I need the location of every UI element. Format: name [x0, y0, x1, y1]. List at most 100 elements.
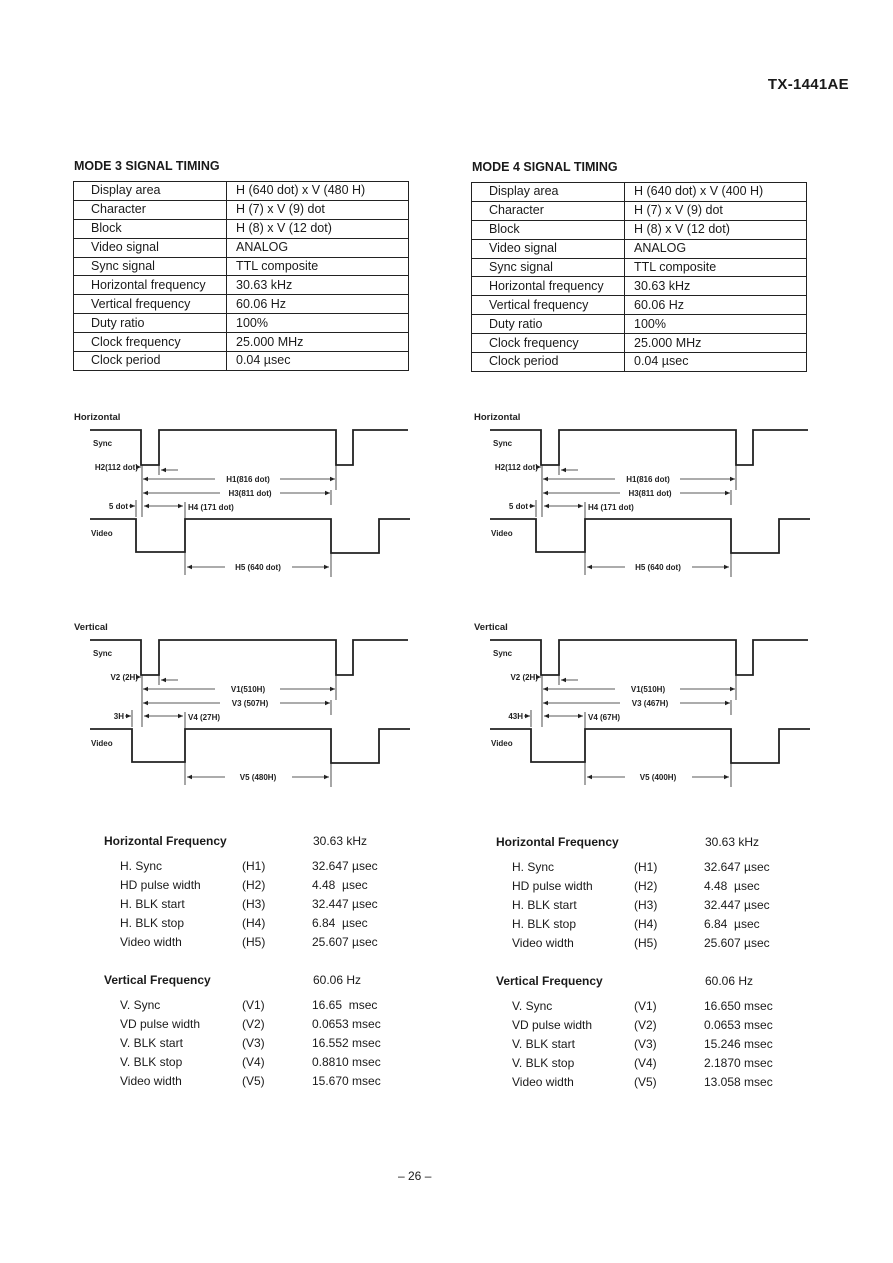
arrowhead-icon: [325, 700, 330, 706]
spec-value: 100%: [226, 313, 409, 334]
spec-label: Video signal: [73, 237, 227, 258]
spec-label: Block: [73, 218, 227, 239]
horizontal-frequency-heading: Horizontal Frequency: [496, 835, 619, 849]
arrowhead-icon: [126, 713, 131, 719]
timing-code: (H3): [634, 898, 658, 912]
spec-label: Duty ratio: [471, 314, 625, 335]
timing-value: 0.8810 msec: [312, 1055, 381, 1069]
spec-row: Block H (8) x V (12 dot): [471, 219, 807, 240]
diagram-title: Horizontal: [474, 412, 520, 423]
spec-value: 60.06 Hz: [624, 295, 807, 316]
sync-waveform: [90, 429, 408, 466]
blanking-stop-label: H4 (171 dot): [588, 503, 634, 512]
timing-value: 2.1870 msec: [704, 1056, 773, 1070]
mode3-title: MODE 3 SIGNAL TIMING: [74, 159, 220, 173]
spec-row: Character H (7) x V (9) dot: [471, 200, 807, 221]
timing-value: 25.607 µsec: [312, 935, 378, 949]
arrowhead-icon: [543, 686, 548, 692]
video-waveform: [90, 518, 410, 554]
spec-label: Clock frequency: [73, 332, 227, 353]
pulse-width-label: H2(112 dot): [495, 463, 538, 472]
blanking-start-label: H3(811 dot): [628, 489, 671, 498]
timing-value: 15.246 msec: [704, 1037, 773, 1051]
arrowhead-icon: [724, 774, 729, 780]
arrowhead-icon: [130, 503, 135, 509]
timing-name: H. BLK start: [120, 897, 185, 911]
spec-row: Video signal ANALOG: [73, 237, 409, 258]
vertical-frequency-heading: Vertical Frequency: [496, 974, 603, 988]
timing-name: Video width: [120, 935, 182, 949]
spec-row: Character H (7) x V (9) dot: [73, 199, 409, 220]
timing-name: V. Sync: [120, 998, 161, 1012]
timing-value: 6.84 µsec: [704, 917, 760, 931]
video-waveform: [490, 518, 810, 554]
blanking-start-label: V3 (507H): [232, 699, 269, 708]
arrowhead-icon: [330, 686, 335, 692]
arrowhead-icon: [324, 774, 329, 780]
mode4-horizontal-timing-diagram: Horizontal Sync Video H2(112 dot) H1(816 dot…: [460, 405, 820, 590]
arrowhead-icon: [143, 700, 148, 706]
video-label: Video: [491, 739, 513, 748]
spec-row: Display area H (640 dot) x V (480 H): [73, 181, 409, 201]
arrowhead-icon: [178, 713, 183, 719]
timing-value: 4.48 µsec: [312, 878, 368, 892]
timing-name: V. BLK start: [512, 1037, 575, 1051]
spec-value: 25.000 MHz: [226, 332, 409, 353]
timing-value: 15.670 msec: [312, 1074, 381, 1088]
spec-value: H (640 dot) x V (480 H): [226, 181, 409, 201]
arrowhead-icon: [544, 503, 549, 509]
timing-code: (H5): [242, 935, 266, 949]
spec-label: Vertical frequency: [471, 295, 625, 316]
spec-row: Horizontal frequency 30.63 kHz: [73, 275, 409, 296]
arrowhead-icon: [587, 564, 592, 570]
spec-row: Sync signal TTL composite: [73, 256, 409, 277]
spec-row: Clock period 0.04 µsec: [471, 352, 807, 372]
timing-name: V. BLK start: [120, 1036, 183, 1050]
spec-label: Character: [73, 199, 227, 220]
arrowhead-icon: [324, 564, 329, 570]
offset-label: 5 dot: [509, 502, 528, 511]
timing-code: (V3): [242, 1036, 265, 1050]
sync-label: Sync: [93, 439, 113, 448]
spec-row: Horizontal frequency 30.63 kHz: [471, 276, 807, 297]
spec-value: 60.06 Hz: [226, 294, 409, 315]
spec-label: Display area: [471, 182, 625, 202]
spec-row: Clock frequency 25.000 MHz: [73, 332, 409, 353]
spec-label: Clock period: [471, 352, 625, 372]
spec-row: Sync signal TTL composite: [471, 257, 807, 278]
arrowhead-icon: [161, 467, 166, 473]
spec-value: H (8) x V (12 dot): [226, 218, 409, 239]
video-label: Video: [91, 739, 113, 748]
spec-value: 100%: [624, 314, 807, 335]
spec-value: 30.63 kHz: [624, 276, 807, 297]
diagram-title: Vertical: [474, 622, 508, 633]
spec-label: Clock frequency: [471, 333, 625, 354]
arrowhead-icon: [187, 564, 192, 570]
sync-waveform: [490, 639, 808, 676]
pulse-width-label: H2(112 dot): [95, 463, 138, 472]
timing-code: (V1): [634, 999, 657, 1013]
offset-label: 3H: [114, 712, 124, 721]
arrowhead-icon: [543, 490, 548, 496]
timing-code: (V4): [634, 1056, 657, 1070]
arrowhead-icon: [725, 700, 730, 706]
timing-svg: Horizontal Sync Video H2(112 dot) H1(816 dot…: [474, 412, 810, 577]
timing-code: (V5): [634, 1075, 657, 1089]
timing-value: 6.84 µsec: [312, 916, 368, 930]
timing-name: HD pulse width: [512, 879, 593, 893]
blanking-stop-label: V4 (67H): [588, 713, 620, 722]
offset-label: 5 dot: [109, 502, 128, 511]
timing-name: V. BLK stop: [512, 1056, 575, 1070]
timing-value: 32.647 µsec: [704, 860, 770, 874]
arrowhead-icon: [561, 677, 566, 683]
arrowhead-icon: [543, 476, 548, 482]
spec-label: Block: [471, 219, 625, 240]
vertical-frequency-value: 60.06 Hz: [313, 973, 362, 987]
arrowhead-icon: [530, 503, 535, 509]
mode4-spec-table: Display area H (640 dot) x V (400 H) Chara…: [471, 182, 807, 372]
arrowhead-icon: [330, 476, 335, 482]
timing-code: (V2): [242, 1017, 265, 1031]
vertical-frequency-value: 60.06 Hz: [705, 974, 754, 988]
timing-code: (V1): [242, 998, 265, 1012]
arrowhead-icon: [544, 713, 549, 719]
